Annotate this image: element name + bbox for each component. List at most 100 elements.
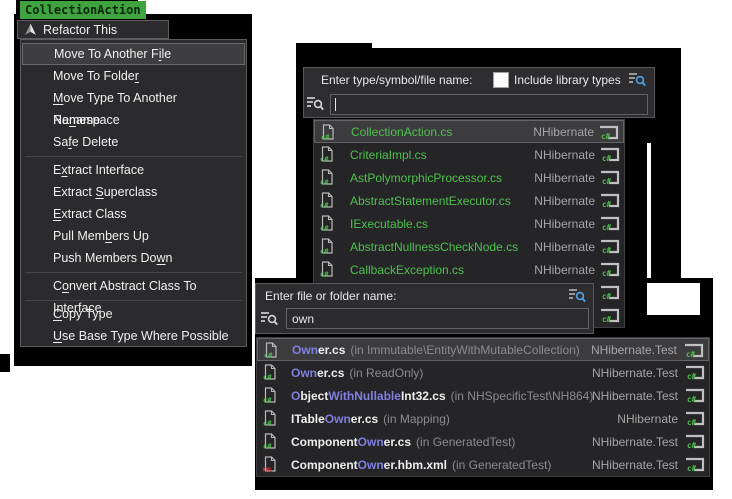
svg-text:c#: c# (602, 154, 612, 162)
screenshot-stage: CollectionAction Refactor This Move To A… (0, 0, 732, 499)
file-name: Owner.cs(in ReadOnly) (291, 366, 423, 380)
search-icon (260, 310, 279, 332)
menu-separator (25, 272, 242, 273)
type-search-input[interactable] (330, 94, 648, 115)
svg-text:c#: c# (602, 246, 612, 254)
csharp-file-icon: c# (319, 169, 335, 185)
file-name: AbstractStatementExecutor.cs (350, 194, 511, 208)
file-name: AbstractNullnessCheckNode.cs (350, 240, 518, 254)
menu-item-convert-abstract-class-to-interface[interactable]: Convert Abstract Class To Interface (22, 275, 245, 297)
refactor-this-title: Refactor This (43, 23, 117, 37)
selected-symbol-label: CollectionAction (20, 1, 146, 19)
svg-text:c#: c# (320, 156, 329, 163)
file-name: ObjectWithNullableInt32.cs(in NHSpecific… (291, 389, 593, 403)
file-path: (in ReadOnly) (349, 366, 423, 380)
file-path: (in GeneratedTest) (452, 458, 551, 472)
menu-item-push-members-down[interactable]: Push Members Down (22, 247, 245, 269)
svg-text:c#: c# (320, 271, 329, 278)
menu-item-extract-class[interactable]: Extract Class (22, 203, 245, 225)
svg-text:c#: c# (602, 200, 612, 208)
file-result-row[interactable]: c#ComponentOwner.cs(in GeneratedTest)NHi… (257, 430, 709, 453)
menu-item-use-base-type-where-possible[interactable]: Use Base Type Where Possible (22, 325, 245, 347)
svg-text:c#: c# (602, 223, 612, 231)
file-result-row[interactable]: c# Owner.cs(in Immutable\EntityWithMutabl… (257, 338, 709, 361)
file-path: (in Immutable\EntityWithMutableCollectio… (350, 343, 579, 357)
csharp-file-icon: c# (319, 215, 335, 231)
refactor-pyramid-icon (24, 23, 37, 36)
csharp-project-icon: c# (599, 285, 620, 300)
menu-item-copy-type[interactable]: Copy Type (22, 303, 245, 325)
menu-item-extract-superclass[interactable]: Extract Superclass (22, 181, 245, 203)
project-name: NHibernate (534, 217, 595, 231)
csharp-project-icon: c# (684, 457, 705, 472)
file-name: CallbackException.cs (350, 263, 464, 277)
svg-text:c#: c# (321, 134, 330, 141)
include-library-types-checkbox[interactable] (493, 72, 509, 88)
svg-text:c#: c# (687, 441, 697, 449)
type-result-row[interactable]: c# AbstractNullnessCheckNode.cs NHibernate… (314, 235, 624, 258)
project-name: NHibernate (534, 240, 595, 254)
project-name: NHibernate.Test (592, 458, 678, 472)
menu-item-move-to-another-file[interactable]: Move To Another File (22, 43, 245, 65)
file-name: ComponentOwner.cs(in GeneratedTest) (291, 435, 515, 449)
type-result-row[interactable]: c#AbstractStatementExecutor.csNHibernate… (314, 189, 624, 212)
file-name: IExecutable.cs (350, 217, 428, 231)
search-options-icon[interactable] (568, 287, 587, 309)
file-name: AstPolymorphicProcessor.cs (350, 171, 502, 185)
type-popup-prompt: Enter type/symbol/file name: (321, 73, 472, 87)
csharp-project-icon: c# (599, 193, 620, 208)
csharp-file-icon: c# (320, 124, 336, 140)
csharp-file-icon: c# (263, 342, 279, 358)
file-popup-prompt: Enter file or folder name: (265, 289, 396, 303)
type-result-row[interactable]: c#CollectionAction.csNHibernatec# (314, 120, 624, 143)
file-name: ComponentOwner.hbm.xml(in GeneratedTest) (291, 458, 551, 472)
search-options-icon[interactable] (628, 71, 647, 93)
csharp-project-icon: c# (684, 411, 705, 426)
type-result-row[interactable]: c#CriteriaImpl.csNHibernatec# (314, 143, 624, 166)
csharp-project-icon: c# (684, 388, 705, 403)
svg-text:c#: c# (320, 248, 329, 255)
menu-item-extract-interface[interactable]: Extract Interface (22, 159, 245, 181)
backdrop-popup1-right (651, 142, 681, 283)
svg-text:c#: c# (602, 177, 612, 185)
file-path: (in NHSpecificTest\NH864) (451, 389, 594, 403)
csharp-file-icon: c# (262, 433, 278, 449)
file-result-row[interactable]: XML ComponentOwner.hbm.xml(in GeneratedTe… (257, 453, 709, 476)
refactor-this-header[interactable]: Refactor This (17, 20, 169, 39)
svg-text:c#: c# (602, 269, 612, 277)
menu-item-rename[interactable]: Rename (22, 109, 245, 131)
file-search-input[interactable] (286, 308, 589, 329)
backdrop-menu-tab (0, 354, 10, 372)
csharp-file-icon: c# (262, 364, 278, 380)
include-library-types-label[interactable]: Include library types (514, 73, 621, 87)
menu-item-pull-members-up[interactable]: Pull Members Up (22, 225, 245, 247)
svg-text:c#: c# (687, 418, 697, 426)
menu-separator (25, 156, 242, 157)
menu-item-move-type-to-another-namespace[interactable]: Move Type To Another Namespace (22, 87, 245, 109)
project-name: NHibernate (533, 125, 594, 139)
file-name: CriteriaImpl.cs (350, 148, 427, 162)
menu-item-move-to-folder[interactable]: Move To Folder (22, 65, 245, 87)
menu-item-safe-delete[interactable]: Safe Delete (22, 131, 245, 153)
xml-file-icon: XML (262, 456, 278, 472)
csharp-project-icon: c# (599, 262, 620, 277)
svg-text:c#: c# (601, 132, 611, 140)
type-result-row[interactable]: c#AstPolymorphicProcessor.csNHibernatec# (314, 166, 624, 189)
svg-text:c#: c# (320, 225, 329, 232)
file-result-row[interactable]: c#ITableOwner.cs(in Mapping)NHibernatec# (257, 407, 709, 430)
svg-text:c#: c# (320, 179, 329, 186)
search-icon (306, 95, 325, 117)
csharp-file-icon: c# (262, 410, 278, 426)
type-result-row[interactable]: c#CallbackException.csNHibernatec# (314, 258, 624, 281)
file-result-row[interactable]: c#Owner.cs(in ReadOnly)NHibernate.Testc# (257, 361, 709, 384)
refactor-menu: Move To Another FileMove To FolderMove T… (20, 39, 247, 347)
type-result-row[interactable]: c# IExecutable.cs NHibernate c# (314, 212, 624, 235)
csharp-file-icon: c# (319, 192, 335, 208)
csharp-file-icon: c# (319, 261, 335, 277)
svg-text:c#: c# (320, 202, 329, 209)
svg-text:c#: c# (687, 395, 697, 403)
backdrop-white-gap (647, 283, 700, 315)
file-name: Owner.cs(in Immutable\EntityWithMutableC… (292, 343, 580, 357)
file-result-row[interactable]: c# ObjectWithNullableInt32.cs(in NHSpecif… (257, 384, 709, 407)
csharp-project-icon: c# (684, 434, 705, 449)
